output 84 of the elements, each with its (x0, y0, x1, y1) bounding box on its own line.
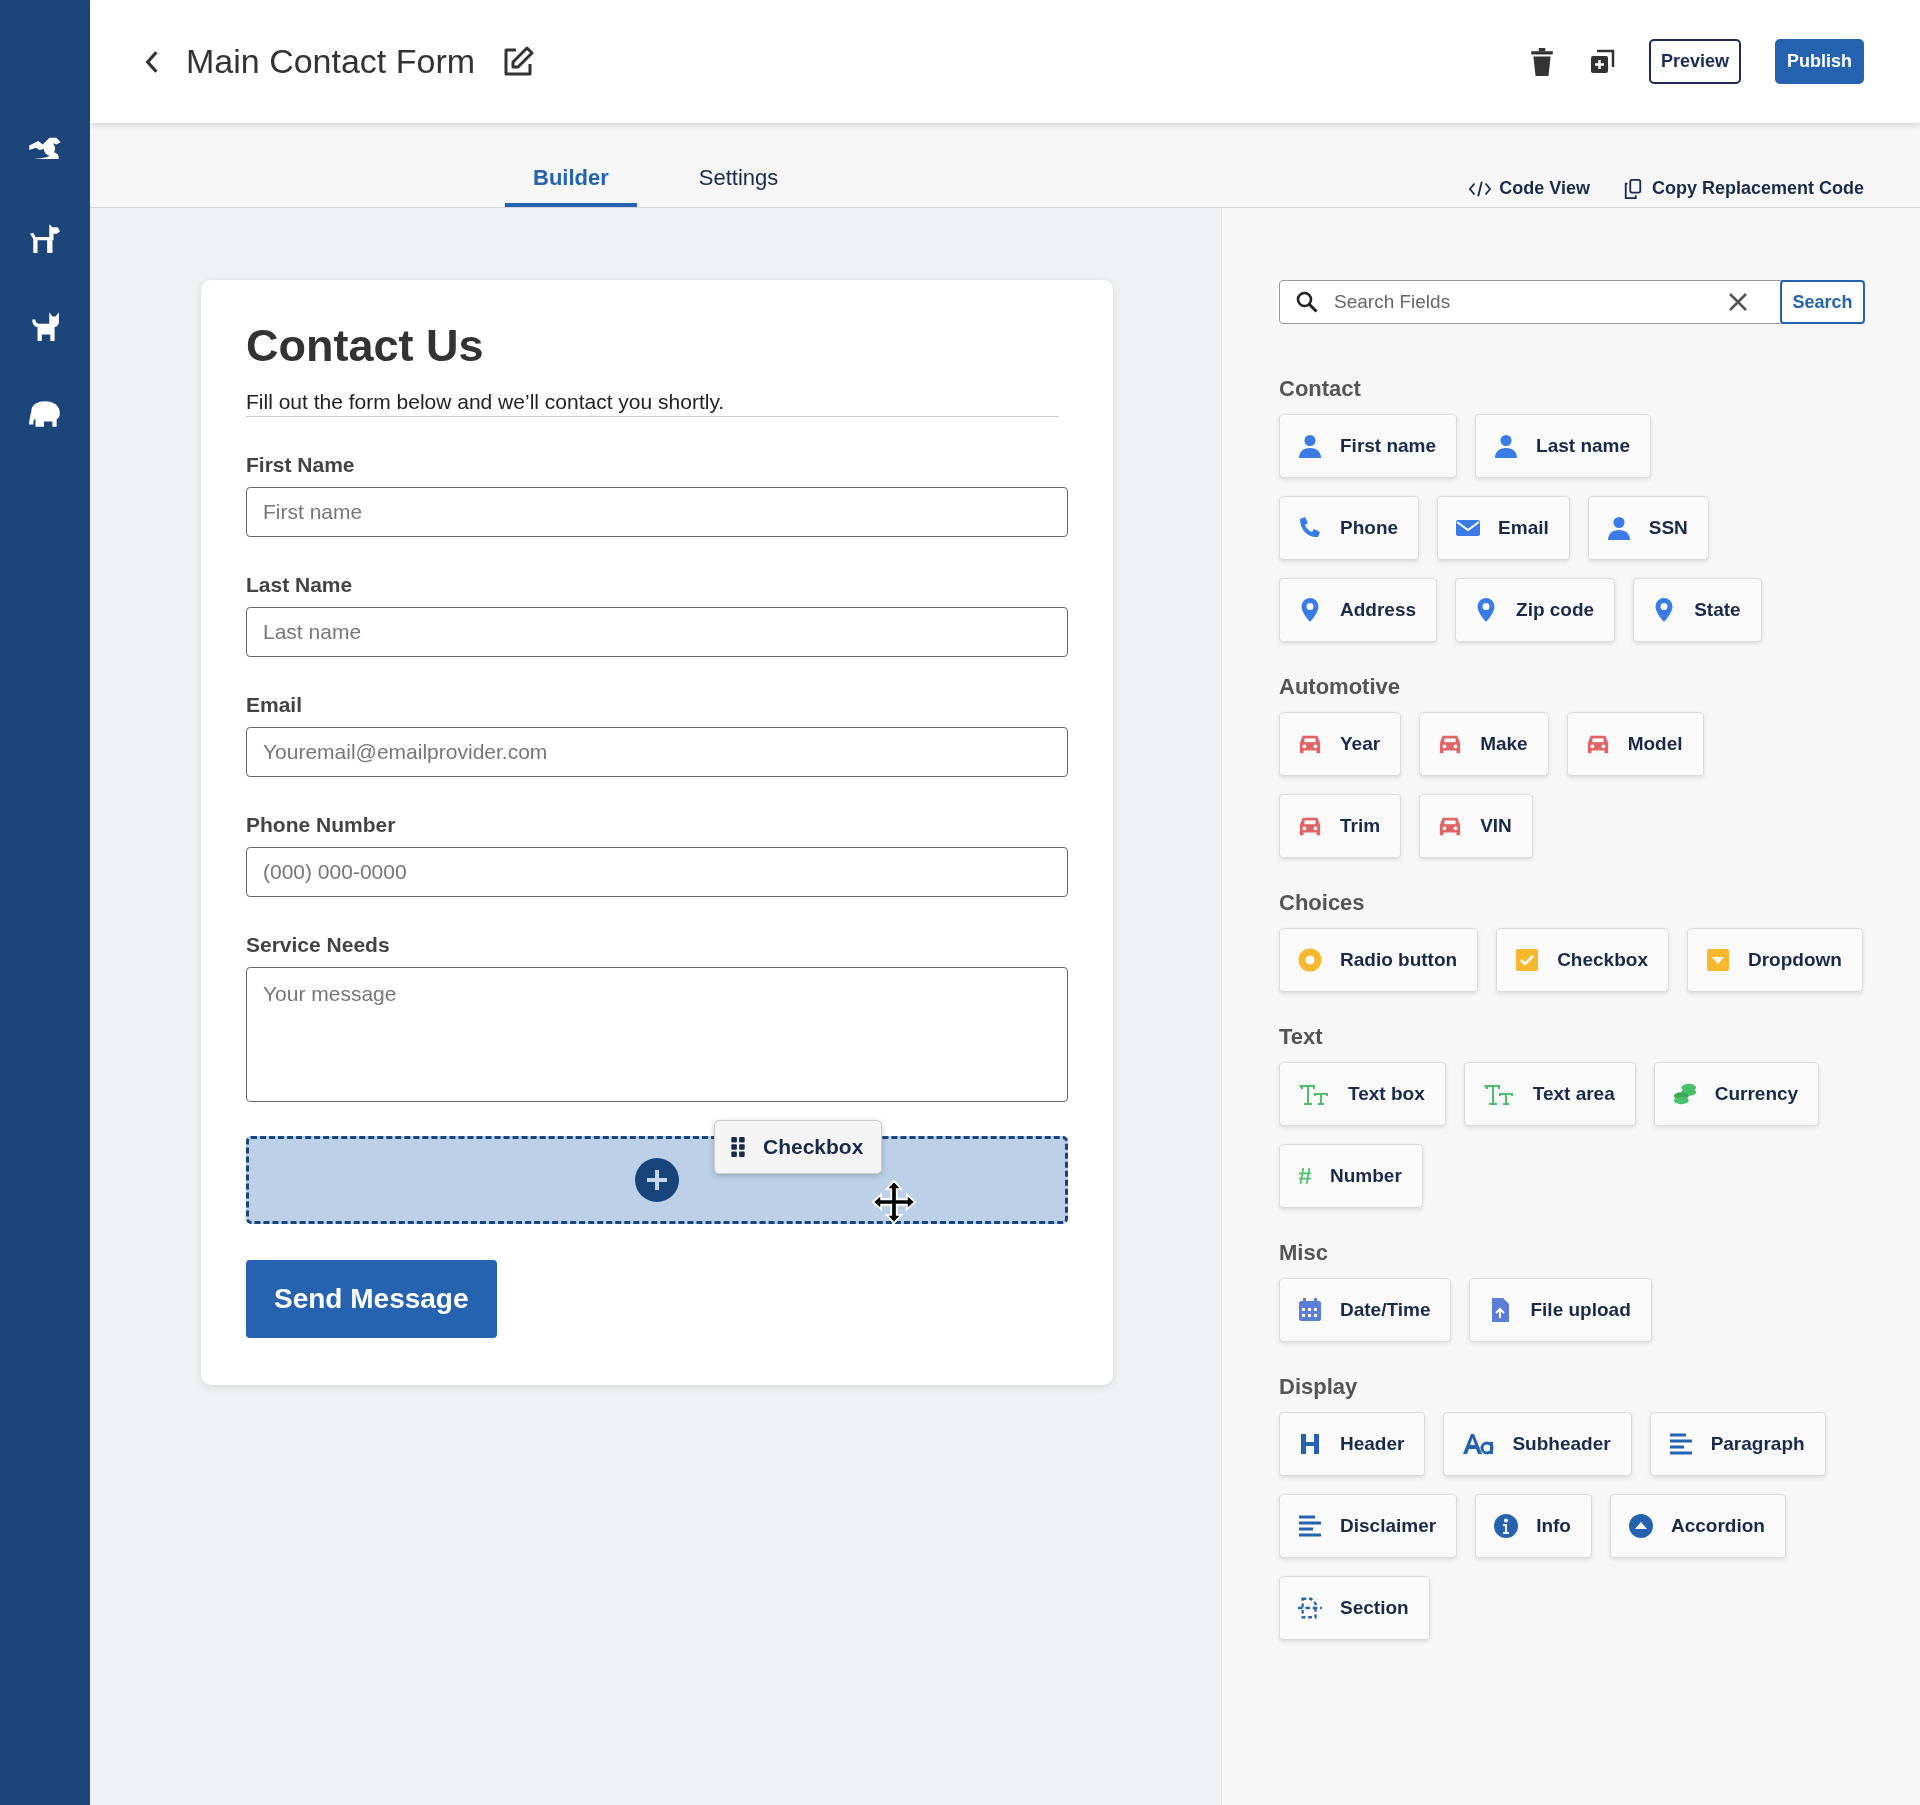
field-type-button[interactable]: Info (1475, 1494, 1592, 1558)
radio-icon (1298, 948, 1322, 972)
group-heading: Choices (1279, 890, 1366, 916)
hash-icon (1298, 1166, 1312, 1186)
text-size-icon (1482, 1082, 1515, 1106)
add-icon[interactable] (635, 1158, 679, 1202)
form-title: Main Contact Form (186, 42, 476, 81)
form-heading: Contact Us (246, 320, 485, 372)
field-type-button[interactable]: Zip code (1455, 578, 1616, 642)
field-type-button[interactable]: Phone (1279, 496, 1420, 560)
group-heading: Display (1279, 1374, 1359, 1400)
checkbox-icon (1515, 948, 1540, 972)
group-heading: Contact (1279, 376, 1362, 402)
person-icon (1298, 434, 1322, 458)
search-icon (1296, 291, 1318, 313)
info-icon (1494, 1514, 1519, 1538)
group-heading: Text (1279, 1024, 1324, 1050)
field-type-button[interactable]: Dropdown (1686, 928, 1863, 992)
field-label: Last Name (246, 573, 354, 597)
field-label: First Name (246, 453, 356, 477)
field-type-button[interactable]: Trim (1279, 794, 1402, 858)
drag-handle-icon (731, 1137, 745, 1157)
close-icon[interactable] (1728, 292, 1749, 312)
field-label: Phone Number (246, 813, 397, 837)
paragraph-icon (1298, 1514, 1322, 1538)
toolbar-link[interactable]: Code View (1469, 178, 1590, 199)
input-field[interactable]: (000) 000-0000 (246, 847, 1068, 897)
field-type-button[interactable]: Model (1566, 712, 1704, 776)
field-type-button[interactable]: Make (1419, 712, 1549, 776)
field-type-button[interactable]: Text area (1463, 1062, 1636, 1126)
font-icon (1462, 1432, 1495, 1456)
duplicate-icon[interactable] (1588, 47, 1615, 76)
group-heading: Misc (1279, 1240, 1329, 1266)
field-type-button[interactable]: Checkbox (1496, 928, 1669, 992)
dropdown-icon (1705, 948, 1730, 972)
field-type-button[interactable]: Radio button (1279, 928, 1479, 992)
field-type-button[interactable]: Date/Time (1279, 1278, 1452, 1342)
group-heading: Automotive (1279, 674, 1401, 700)
toolbar-link[interactable]: Copy Replacement Code (1621, 178, 1864, 199)
field-type-button[interactable]: Subheader (1443, 1412, 1632, 1476)
field-type-button[interactable]: Paragraph (1649, 1412, 1826, 1476)
preview-button[interactable]: Preview (1648, 39, 1741, 84)
field-type-button[interactable]: Email (1437, 496, 1570, 560)
tab[interactable]: Settings (670, 165, 807, 207)
field-label: Email (246, 693, 304, 717)
field-type-button[interactable]: Address (1279, 578, 1438, 642)
field-type-button[interactable]: Accordion (1609, 1494, 1786, 1558)
section-icon (1298, 1596, 1322, 1620)
phone-icon (1298, 516, 1322, 540)
elephant-icon[interactable] (27, 398, 63, 430)
field-type-button[interactable]: Disclaimer (1279, 1494, 1458, 1558)
field-type-button[interactable]: SSN (1587, 496, 1709, 560)
field-label: Service Needs (246, 933, 391, 957)
drop-zone[interactable] (246, 1136, 1068, 1224)
input-field[interactable]: Last name (246, 607, 1068, 657)
text-size-icon (1298, 1082, 1330, 1106)
field-type-button[interactable]: Text box (1279, 1062, 1446, 1126)
accordion-icon (1628, 1514, 1653, 1538)
field-type-button[interactable]: Last name (1475, 414, 1652, 478)
field-type-button[interactable]: First name (1279, 414, 1458, 478)
message-field[interactable]: Your message (246, 967, 1068, 1102)
field-type-button[interactable]: Year (1279, 712, 1402, 776)
field-type-button[interactable]: Number (1279, 1144, 1423, 1208)
send-button[interactable]: Send Message (246, 1260, 497, 1338)
search-button[interactable]: Search (1780, 280, 1865, 324)
field-type-button[interactable]: State (1633, 578, 1762, 642)
paragraph-icon (1668, 1432, 1693, 1456)
search-field[interactable]: Search Fields Search (1279, 280, 1864, 324)
field-type-button[interactable]: VIN (1419, 794, 1533, 858)
heading-icon (1298, 1432, 1322, 1456)
field-type-button[interactable]: File upload (1469, 1278, 1652, 1342)
person-icon (1494, 434, 1519, 458)
dragged-field-chip[interactable]: Checkbox (714, 1120, 883, 1174)
input-field[interactable]: First name (246, 487, 1068, 537)
publish-button[interactable]: Publish (1775, 39, 1864, 84)
field-type-button[interactable]: Currency (1653, 1062, 1820, 1126)
form-description: Fill out the form below and we’ll contact you shortly. (246, 390, 1059, 417)
field-type-button[interactable]: Header (1279, 1412, 1426, 1476)
person-icon (1606, 516, 1631, 540)
calendar-icon (1298, 1298, 1322, 1322)
input-field[interactable]: Youremail@emailprovider.com (246, 727, 1068, 777)
move-cursor-icon (872, 1180, 916, 1224)
field-type-button[interactable]: Section (1279, 1576, 1430, 1640)
trash-icon[interactable] (1528, 47, 1555, 76)
